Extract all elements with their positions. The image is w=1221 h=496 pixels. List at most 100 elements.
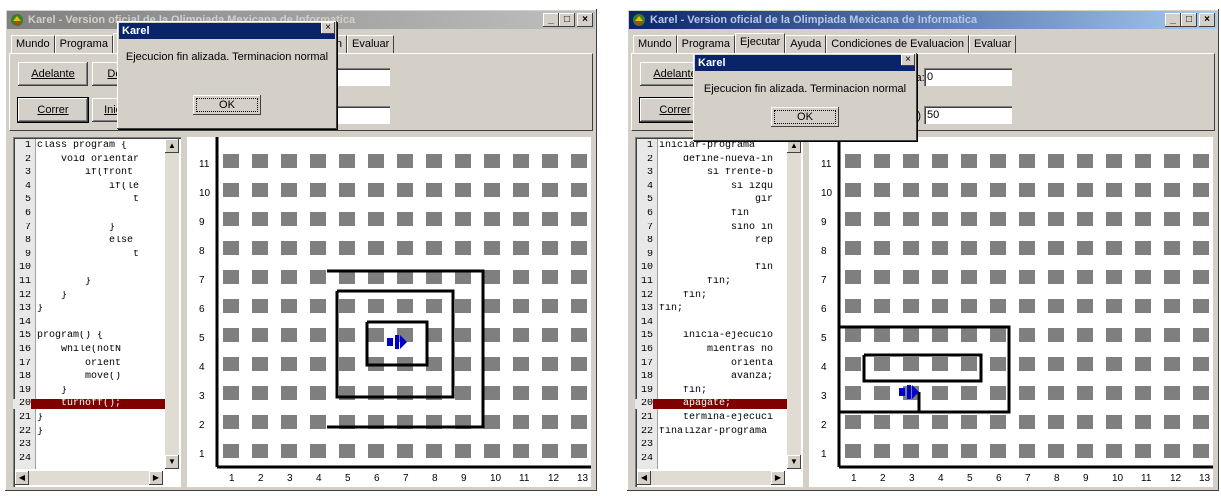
tab-strip: MundoProgramaEjecutarAyudaCondiciones de… bbox=[633, 33, 1017, 53]
grid-block bbox=[1019, 154, 1035, 168]
grid-block bbox=[1019, 415, 1035, 429]
vertical-scrollbar[interactable]: ▲ ▼ bbox=[165, 139, 179, 469]
code-text: inicia-ejecucio bbox=[659, 331, 774, 342]
maximize-icon[interactable]: □ bbox=[1181, 13, 1197, 27]
grid-block bbox=[1077, 154, 1093, 168]
grid-block bbox=[571, 212, 587, 226]
grid-block bbox=[874, 357, 890, 371]
grid-block bbox=[845, 183, 861, 197]
grid-block bbox=[874, 299, 890, 313]
scroll-up-icon[interactable]: ▲ bbox=[165, 139, 179, 153]
y-tick-label: 4 bbox=[821, 362, 827, 373]
karel-world[interactable]: 11 10 9 8 7 6 5 4 3 2 1 1 2 3 4 5 6 7 8 9 10 11 12 13 bbox=[187, 137, 591, 487]
tab-programa[interactable]: Programa bbox=[676, 35, 735, 53]
scroll-left-icon[interactable]: ◀ bbox=[637, 471, 651, 485]
tab-programa[interactable]: Programa bbox=[54, 35, 113, 53]
grid-block bbox=[1164, 386, 1180, 400]
minimize-icon[interactable]: _ bbox=[543, 13, 559, 27]
grid-block bbox=[1048, 270, 1064, 284]
grid-block bbox=[252, 212, 268, 226]
x-tick-label: 4 bbox=[316, 473, 322, 484]
grid-block bbox=[513, 357, 529, 371]
grid-block bbox=[1106, 299, 1122, 313]
scroll-down-icon[interactable]: ▼ bbox=[787, 455, 801, 469]
grid-block bbox=[542, 212, 558, 226]
zumbadores-field[interactable]: 0 bbox=[924, 68, 1012, 86]
code-line: 13 fin; bbox=[635, 304, 787, 314]
code-line: 16 mientras no bbox=[635, 345, 787, 355]
code-text: sino in bbox=[659, 222, 774, 233]
tab-mundo[interactable]: Mundo bbox=[11, 35, 55, 53]
code-text: if(front bbox=[37, 168, 134, 179]
y-tick-label: 11 bbox=[821, 159, 832, 170]
karel-dialog: Karel × Ejecucion fin alizada. Terminaci… bbox=[693, 53, 917, 141]
karel-world[interactable]: 11 10 9 8 7 6 5 4 3 2 1 1 2 3 4 5 6 7 8 9 10 11 12 13 bbox=[809, 137, 1213, 487]
dialog-close-icon[interactable]: × bbox=[321, 22, 335, 34]
tab-mundo[interactable]: Mundo bbox=[633, 35, 677, 53]
tab-ejecutar[interactable]: Ejecutar bbox=[734, 33, 786, 53]
scroll-left-icon[interactable]: ◀ bbox=[15, 471, 29, 485]
line-number: 18 bbox=[18, 372, 31, 383]
horizontal-scrollbar[interactable]: ◀ ▶ bbox=[637, 471, 785, 485]
code-text: finalizar-programa bbox=[659, 426, 768, 437]
grid-block bbox=[845, 444, 861, 458]
line-number: 8 bbox=[24, 236, 31, 247]
ok-button[interactable]: OK bbox=[193, 95, 261, 115]
grid-block bbox=[368, 328, 384, 342]
dialog-close-icon[interactable]: × bbox=[901, 54, 915, 66]
line-number: 9 bbox=[24, 249, 31, 260]
close-icon[interactable]: × bbox=[1199, 13, 1215, 27]
scroll-right-icon[interactable]: ▶ bbox=[771, 471, 785, 485]
grid-block bbox=[932, 241, 948, 255]
grid-block bbox=[1019, 328, 1035, 342]
retardo-field[interactable]: 50 bbox=[924, 106, 1012, 124]
grid-block bbox=[339, 357, 355, 371]
code-editor[interactable]: 1 iniciar-programa 2 define-nueva-in 3 si f… bbox=[635, 137, 803, 487]
correr-button[interactable]: Correr bbox=[17, 97, 89, 123]
grid-block bbox=[1106, 270, 1122, 284]
tab-ayuda[interactable]: Ayuda bbox=[785, 35, 827, 53]
code-editor[interactable]: 1 class program {2 void orientar 3 if(fron… bbox=[13, 137, 181, 487]
scroll-down-icon[interactable]: ▼ bbox=[165, 455, 179, 469]
adelante-button[interactable]: Adelante bbox=[18, 62, 88, 86]
grid-block bbox=[252, 386, 268, 400]
grid-block bbox=[310, 183, 326, 197]
grid-block bbox=[1019, 270, 1035, 284]
grid-block bbox=[1048, 154, 1064, 168]
dialog-title: Karel bbox=[695, 55, 915, 71]
grid-block bbox=[310, 444, 326, 458]
grid-block bbox=[1135, 328, 1151, 342]
x-tick-label: 13 bbox=[577, 473, 589, 484]
tab-condiciones-de-evaluacion[interactable]: Condiciones de Evaluacion bbox=[826, 35, 969, 53]
grid-block bbox=[426, 299, 442, 313]
line-number: 8 bbox=[646, 236, 653, 247]
grid-block bbox=[223, 183, 239, 197]
tab-evaluar[interactable]: Evaluar bbox=[347, 35, 395, 53]
grid-block bbox=[1193, 212, 1209, 226]
grid-block bbox=[281, 212, 297, 226]
y-tick-label: 6 bbox=[199, 304, 205, 315]
y-tick-label: 8 bbox=[199, 246, 205, 257]
grid-block bbox=[845, 357, 861, 371]
tab-evaluar[interactable]: Evaluar bbox=[969, 35, 1017, 53]
grid-block bbox=[1048, 183, 1064, 197]
grid-block bbox=[426, 241, 442, 255]
grid-block bbox=[961, 154, 977, 168]
close-icon[interactable]: × bbox=[577, 13, 593, 27]
title-bar[interactable]: Karel - Version oficial de la Olimpiada … bbox=[629, 11, 1217, 29]
minimize-icon[interactable]: _ bbox=[1165, 13, 1181, 27]
horizontal-scrollbar[interactable]: ◀ ▶ bbox=[15, 471, 163, 485]
grid-block bbox=[310, 415, 326, 429]
scroll-right-icon[interactable]: ▶ bbox=[149, 471, 163, 485]
ok-button[interactable]: OK bbox=[771, 107, 839, 127]
maximize-icon[interactable]: □ bbox=[559, 13, 575, 27]
code-line: 12 fin; bbox=[635, 291, 787, 301]
code-line: 9 bbox=[635, 250, 787, 260]
scroll-up-icon[interactable]: ▲ bbox=[787, 139, 801, 153]
grid-block bbox=[1135, 444, 1151, 458]
grid-block bbox=[1048, 328, 1064, 342]
grid-block bbox=[484, 415, 500, 429]
vertical-scrollbar[interactable]: ▲ ▼ bbox=[787, 139, 801, 469]
code-text: fin; bbox=[659, 304, 684, 315]
